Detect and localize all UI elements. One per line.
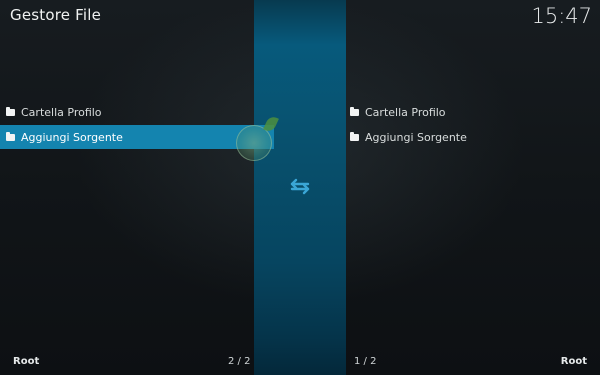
left-footer-root-label[interactable]: Root	[13, 356, 39, 367]
right-list-item-profile-folder[interactable]: Cartella Profilo	[346, 100, 600, 124]
list-item-label: Aggiungi Sorgente	[21, 130, 123, 144]
right-list-item-add-source[interactable]: Aggiungi Sorgente	[346, 125, 600, 149]
list-item-label: Cartella Profilo	[365, 105, 446, 119]
folder-icon	[350, 106, 359, 116]
list-item-label: Cartella Profilo	[21, 105, 102, 119]
right-footer-root-label[interactable]: Root	[561, 356, 587, 367]
folder-icon	[6, 106, 15, 116]
right-file-pane: Cartella Profilo Aggiungi Sorgente	[346, 0, 600, 375]
file-manager-screen: Gestore File 15:47 Cartella Profilo Aggi…	[0, 0, 600, 375]
swap-arrows-icon[interactable]	[288, 176, 312, 196]
right-page-indicator: 1 / 2	[354, 356, 377, 367]
left-file-pane: Cartella Profilo Aggiungi Sorgente	[0, 0, 274, 375]
folder-icon	[350, 131, 359, 141]
left-list-item-profile-folder[interactable]: Cartella Profilo	[0, 100, 254, 124]
left-page-indicator: 2 / 2	[228, 356, 251, 367]
left-list-item-add-source[interactable]: Aggiungi Sorgente	[0, 125, 274, 149]
folder-icon	[6, 131, 15, 141]
list-item-label: Aggiungi Sorgente	[365, 130, 467, 144]
